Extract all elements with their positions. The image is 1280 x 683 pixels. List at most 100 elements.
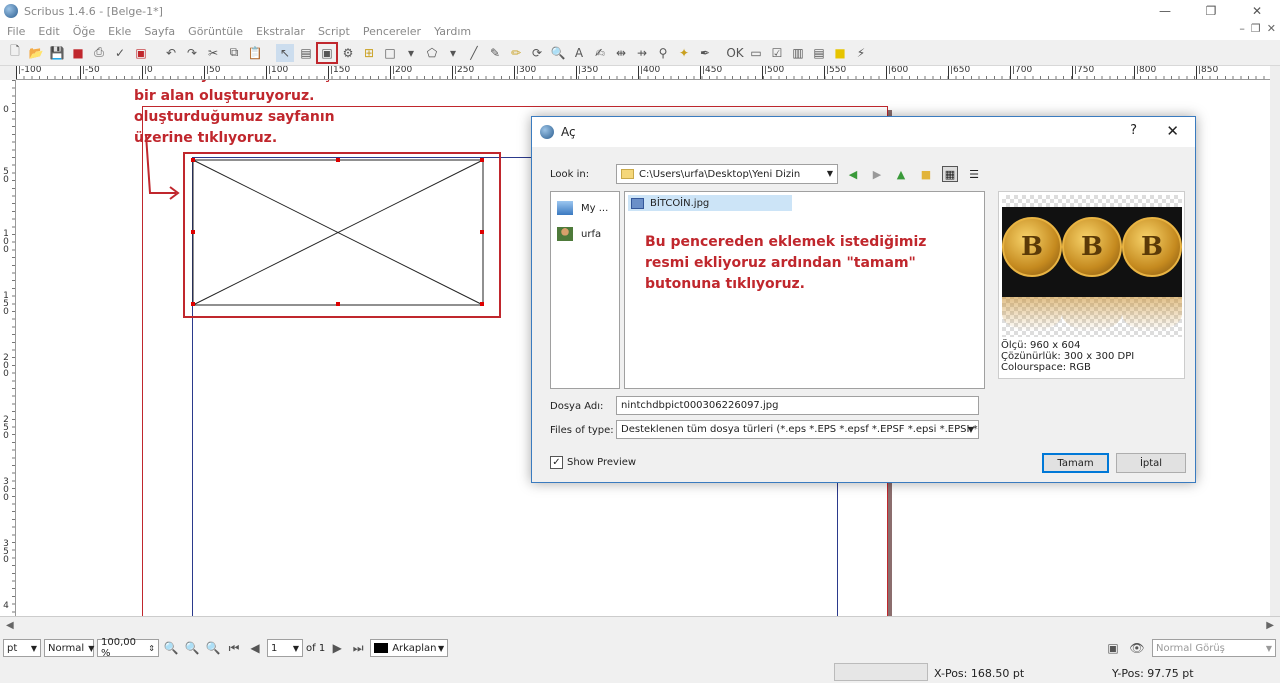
menu-edit[interactable]: Edit [33, 25, 67, 38]
prev-page-icon[interactable]: ◀ [246, 639, 264, 657]
image-frame-icon[interactable]: ▣ [316, 41, 338, 64]
unlink-frames-icon[interactable]: ⇸ [633, 44, 651, 62]
paste-icon[interactable]: 📋 [246, 44, 264, 62]
eyedropper-icon[interactable]: ✒ [696, 44, 714, 62]
show-preview-checkbox[interactable]: ✓ [550, 456, 563, 469]
render-mode-select[interactable]: Normal ▼ [44, 639, 94, 657]
image-frame[interactable] [191, 158, 485, 308]
menu-page[interactable]: Sayfa [139, 25, 183, 38]
cancel-button[interactable]: İptal [1116, 453, 1186, 473]
doc-restore-button[interactable]: ❐ [1251, 22, 1261, 35]
zoom-in-icon[interactable]: 🔍 [204, 639, 222, 657]
ruler-tick: |800 [1134, 66, 1156, 79]
pdf-annotation-icon[interactable]: ■ [831, 44, 849, 62]
cut-icon[interactable]: ✂ [204, 44, 222, 62]
file-item[interactable]: BİTCOİN.jpg [628, 195, 792, 211]
menu-insert[interactable]: Ekle [103, 25, 139, 38]
new-folder-icon[interactable]: ■ [918, 166, 934, 182]
filetype-select[interactable]: Desteklenen tüm dosya türleri (*.eps *.E… [616, 420, 979, 439]
zoom-icon[interactable]: 🔍 [549, 44, 567, 62]
copy-props-icon[interactable]: ✦ [675, 44, 693, 62]
filename-input[interactable]: nintchdbpict000306226097.jpg [616, 396, 979, 415]
scroll-right-icon[interactable]: ▶ [1266, 620, 1274, 631]
back-icon[interactable]: ◀ [845, 166, 861, 182]
list-view-icon[interactable]: ▦ [942, 166, 958, 182]
copy-icon[interactable]: ⧉ [225, 44, 243, 62]
minimize-button[interactable]: — [1142, 0, 1188, 22]
preview-mode-icon[interactable]: ▣ [1104, 639, 1122, 657]
sidebar-item-user[interactable]: urfa [551, 218, 619, 244]
help-button[interactable]: ? [1130, 123, 1137, 138]
open-icon[interactable]: 📂 [27, 44, 45, 62]
pdf-icon[interactable]: ▣ [132, 44, 150, 62]
file-list[interactable]: BİTCOİN.jpg Bu pencereden eklemek istedi… [624, 191, 985, 389]
pdf-listbox-icon[interactable]: ▤ [810, 44, 828, 62]
polygon-icon[interactable]: ⬠ [423, 44, 441, 62]
menu-view[interactable]: Görüntüle [183, 25, 251, 38]
toolbar: 🗋 📂 💾 ■ ⎙ ✓ ▣ ↶ ↷ ✂ ⧉ 📋 ↖ ▤ ▣ ⚙ ⊞ □ ▾ ⬠ … [0, 40, 1280, 66]
doc-minimize-button[interactable]: – [1239, 22, 1245, 35]
link-frames-icon[interactable]: ⇹ [612, 44, 630, 62]
rotate-icon[interactable]: ⟳ [528, 44, 546, 62]
zoom-out-icon[interactable]: 🔍 [162, 639, 180, 657]
view-eye-icon[interactable]: 👁 [1128, 639, 1146, 657]
shape-icon[interactable]: □ [381, 44, 399, 62]
freehand-icon[interactable]: ✏ [507, 44, 525, 62]
undo-icon[interactable]: ↶ [162, 44, 180, 62]
close-doc-icon[interactable]: ■ [69, 44, 87, 62]
parent-folder-icon[interactable]: ▲ [893, 166, 909, 182]
measure-icon[interactable]: ⚲ [654, 44, 672, 62]
edit-contents-icon[interactable]: A [570, 44, 588, 62]
unit-select[interactable]: pt ▼ [3, 639, 41, 657]
pdf-button-icon[interactable]: OK [726, 44, 744, 62]
forward-icon[interactable]: ▶ [869, 166, 885, 182]
new-doc-icon[interactable]: 🗋 [6, 44, 24, 62]
menu-extras[interactable]: Ekstralar [251, 25, 313, 38]
page-select[interactable]: 1 ▼ [267, 639, 303, 657]
preflight-icon[interactable]: ✓ [111, 44, 129, 62]
horizontal-ruler: |-100 |-50 |0 |50 |100 |150 |200 |250 |3… [16, 66, 1270, 80]
select-icon[interactable]: ↖ [276, 43, 294, 62]
ruler-tick: |-100 [16, 66, 41, 79]
bezier-icon[interactable]: ✎ [486, 44, 504, 62]
pdf-combobox-icon[interactable]: ▥ [789, 44, 807, 62]
pdf-textfield-icon[interactable]: ▭ [747, 44, 765, 62]
detail-view-icon[interactable]: ☰ [966, 166, 982, 182]
sidebar-item-computer[interactable]: My ... [551, 192, 619, 218]
doc-close-button[interactable]: ✕ [1267, 22, 1276, 35]
text-frame-icon[interactable]: ▤ [297, 44, 315, 62]
print-icon[interactable]: ⎙ [90, 44, 108, 62]
first-page-icon[interactable]: ⏮ [225, 639, 243, 657]
polygon-dropdown-icon[interactable]: ▾ [444, 44, 462, 62]
edit-text-icon[interactable]: ✍ [591, 44, 609, 62]
save-icon[interactable]: 💾 [48, 44, 66, 62]
menu-file[interactable]: File [2, 25, 33, 38]
layer-select[interactable]: Arkaplan ▼ [370, 639, 449, 657]
menu-item[interactable]: Öğe [68, 25, 103, 38]
line-icon[interactable]: ╱ [465, 44, 483, 62]
close-button[interactable]: ✕ [1234, 0, 1280, 22]
view-mode-select[interactable]: Normal Görüş ▼ [1152, 639, 1276, 657]
menu-help[interactable]: Yardım [429, 25, 479, 38]
pdf-link-icon[interactable]: ⚡ [852, 44, 870, 62]
zoom-input[interactable]: 100,00 % ⇕ [97, 637, 159, 659]
horizontal-scrollbar[interactable]: ◀ ▶ [0, 616, 1280, 634]
menu-windows[interactable]: Pencereler [358, 25, 429, 38]
shape-dropdown-icon[interactable]: ▾ [402, 44, 420, 62]
next-page-icon[interactable]: ▶ [328, 639, 346, 657]
maximize-button[interactable]: ❐ [1188, 0, 1234, 22]
zoom-100-icon[interactable]: 🔍 [183, 639, 201, 657]
last-page-icon[interactable]: ⏭ [349, 639, 367, 657]
ruler-tick: |650 [948, 66, 970, 79]
look-in-combo[interactable]: C:\Users\urfa\Desktop\Yeni Dizin ▼ [616, 164, 838, 184]
redo-icon[interactable]: ↷ [183, 44, 201, 62]
status-message-box [834, 663, 928, 681]
dialog-close-button[interactable]: ✕ [1166, 122, 1179, 140]
vertical-scrollbar[interactable] [1270, 66, 1280, 616]
ok-button[interactable]: Tamam [1042, 453, 1109, 473]
render-frame-icon[interactable]: ⚙ [339, 44, 357, 62]
scroll-left-icon[interactable]: ◀ [6, 620, 14, 631]
pdf-checkbox-icon[interactable]: ☑ [768, 44, 786, 62]
table-icon[interactable]: ⊞ [360, 44, 378, 62]
menu-script[interactable]: Script [313, 25, 358, 38]
